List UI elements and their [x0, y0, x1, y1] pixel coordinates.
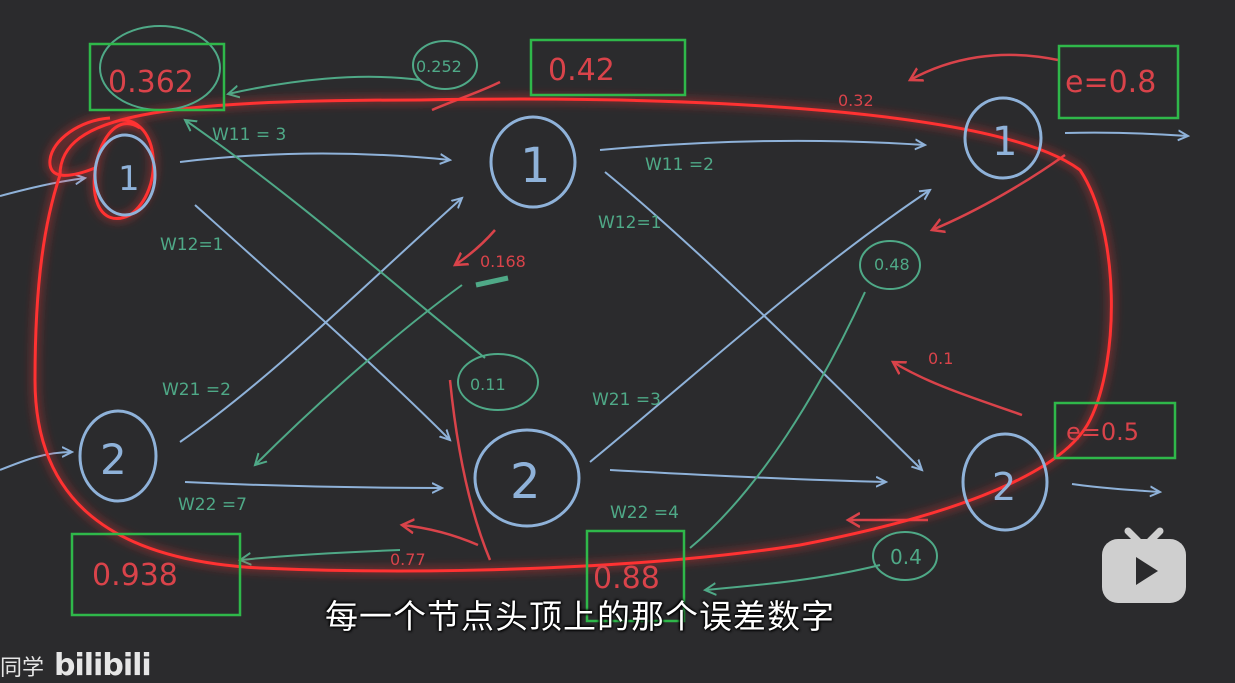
- edge-in-2-h-2: [184, 481, 442, 488]
- annotation-077: 0.77: [390, 550, 426, 569]
- node-input-1: 1: [93, 133, 157, 217]
- bilibili-watermark: 同学 bilibili: [0, 648, 152, 683]
- weight-w21-right: W21 =3: [592, 390, 661, 410]
- green-annotations: 0.252 0.11 0.48 0.4: [416, 57, 922, 569]
- node-input-2: 2: [78, 409, 158, 503]
- error-output-1: e=0.8: [1065, 65, 1156, 100]
- green-arrow-o1-to-h2: [689, 291, 866, 549]
- weight-labels: W11 = 3 W12=1 W21 =2 W22 =7 W11 =2 W12=1…: [160, 125, 714, 523]
- edge-in-arrow-2: [0, 452, 72, 471]
- node-output-1: 1: [963, 96, 1043, 180]
- annotation-01: 0.1: [928, 349, 953, 368]
- annotation-011: 0.11: [470, 375, 506, 394]
- green-stroke-mark: [475, 275, 509, 288]
- nodes: 1 2 1 2 1 2: [78, 96, 1049, 532]
- weight-w12-right: W12=1: [598, 213, 662, 233]
- forward-connections: [0, 133, 1188, 492]
- red-arrow-e1-to-h1: [932, 153, 1066, 230]
- edge-out-arrow-1: [1064, 133, 1188, 136]
- green-arrow-h1-to-in1: [228, 75, 421, 94]
- edge-in-1-h-1: [179, 152, 450, 163]
- node-output-2: 2: [961, 432, 1049, 532]
- node-input-1-label: 1: [118, 159, 140, 199]
- error-hidden-1: 0.42: [548, 53, 615, 88]
- red-arrow-e1-to-top: [910, 53, 1059, 80]
- error-input-2: 0.938: [92, 558, 178, 593]
- annotation-04: 0.4: [890, 545, 922, 569]
- video-subtitle: 每一个节点头顶上的那个误差数字: [325, 597, 835, 636]
- error-input-1: 0.362: [108, 65, 194, 100]
- edge-h-1-o-1: [599, 141, 925, 151]
- green-arrow-h1-to-in2: [255, 284, 463, 465]
- weight-w22-right: W22 =4: [610, 503, 679, 523]
- node-output-2-label: 2: [992, 465, 1016, 509]
- weight-w11-left: W11 = 3: [212, 125, 286, 145]
- weight-w21-left: W21 =2: [162, 380, 231, 400]
- weight-w22-left: W22 =7: [178, 495, 247, 515]
- green-arrow-h2-to-in1: [185, 120, 486, 359]
- red-arrow-h2-to-in2: [448, 379, 492, 561]
- node-input-2-label: 2: [100, 435, 127, 484]
- node-hidden-1-label: 1: [520, 138, 551, 194]
- annotation-0252: 0.252: [416, 57, 462, 76]
- edge-h-2-o-2: [609, 469, 886, 482]
- watermark-prefix: 同学: [0, 656, 45, 681]
- node-hidden-2: 2: [473, 428, 581, 528]
- edge-out-arrow-2: [1071, 483, 1160, 492]
- node-hidden-2-label: 2: [510, 454, 541, 510]
- node-hidden-1: 1: [489, 115, 577, 209]
- green-arrow-o2-to-h2: [705, 564, 881, 590]
- edge-in-arrow-1: [0, 178, 85, 197]
- green-arrow-h2-to-in2: [240, 549, 401, 560]
- watermark-brand: bilibili: [54, 648, 152, 683]
- annotation-032: 0.32: [838, 91, 874, 110]
- red-arrow-077: [402, 525, 479, 547]
- weight-w12-left: W12=1: [160, 235, 224, 255]
- node-output-1-label: 1: [992, 119, 1017, 165]
- whiteboard-diagram: 1 2 1 2 1 2 W11 = 3 W12=1 W21 =2 W22 =7 …: [0, 25, 1235, 623]
- weight-w11-right: W11 =2: [645, 155, 714, 175]
- error-output-2: e=0.5: [1066, 418, 1139, 446]
- tv-icon: [1102, 527, 1186, 603]
- annotation-048: 0.48: [874, 255, 910, 274]
- annotation-0168: 0.168: [480, 252, 526, 271]
- bilibili-play-button[interactable]: [1098, 517, 1190, 607]
- red-arrow-e2-to-o2: [893, 362, 1023, 417]
- red-arrow-h1-to-in: [431, 80, 501, 112]
